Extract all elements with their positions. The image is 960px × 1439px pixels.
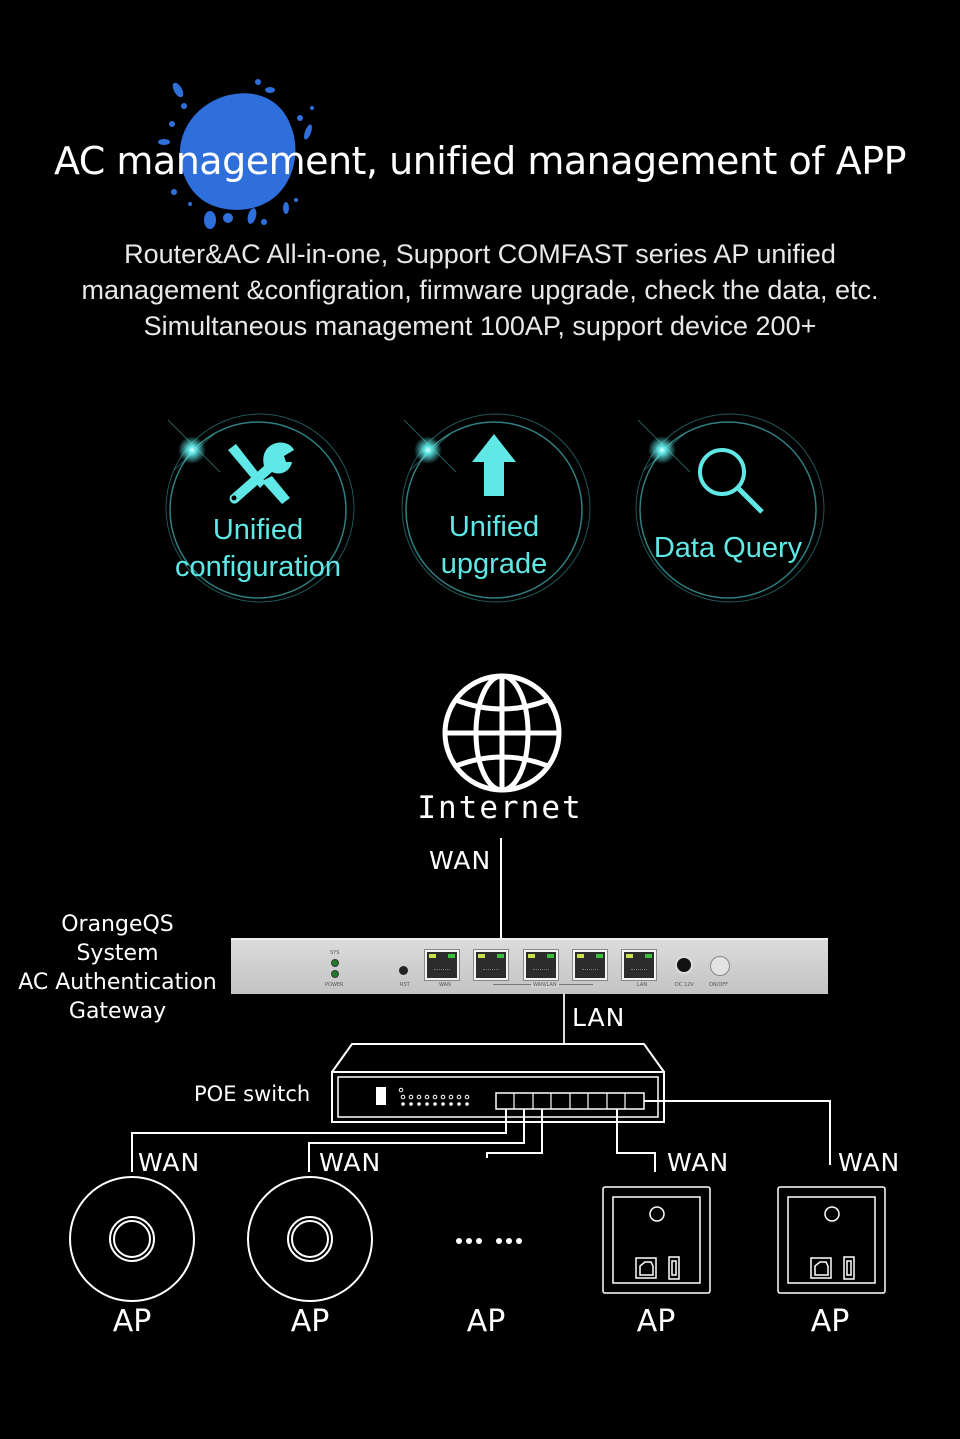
- magnifier-icon: [698, 448, 764, 514]
- poe-switch-drawing: [331, 1043, 665, 1123]
- ceiling-ap-drawing: [69, 1176, 195, 1302]
- ap-label: AP: [810, 1304, 850, 1339]
- lan-port-label: LAN: [637, 982, 648, 988]
- on-off-label: ON/OFF: [709, 982, 729, 988]
- wan-lan-label: WAN/LAN: [531, 982, 559, 988]
- internet-label: Internet: [417, 790, 583, 826]
- poe-switch-label: POE switch: [194, 1082, 311, 1106]
- ap-wan-label: WAN: [138, 1148, 201, 1177]
- ceiling-ap-drawing: [247, 1176, 373, 1302]
- gateway-label-line: Gateway: [68, 999, 167, 1024]
- lan-label: LAN: [572, 1003, 626, 1032]
- feature-data-query: Data Query: [628, 410, 828, 610]
- power-label: POWER: [325, 982, 344, 988]
- ap-label: AP: [636, 1304, 676, 1339]
- wall-panel-ap-drawing: [777, 1186, 886, 1294]
- ap-label: AP: [290, 1304, 330, 1339]
- ap-wan-label: WAN: [667, 1148, 730, 1177]
- internet-wan-label: WAN: [429, 846, 492, 875]
- router-gateway-device: SYS POWER RST WAN WAN/LAN LAN DC 12V ON/…: [231, 938, 828, 994]
- wall-panel-ap-drawing: [602, 1186, 711, 1294]
- feature-unified-configuration: Unified configuration: [158, 410, 358, 610]
- ap-wan-label: WAN: [838, 1148, 901, 1177]
- lan-port: [622, 950, 656, 980]
- ap-label: AP: [466, 1304, 506, 1339]
- more-aps-ellipsis: [456, 1238, 522, 1244]
- subtitle-line: Router&AC All-in-one, Support COMFAST se…: [124, 239, 836, 269]
- feature-label-line: Unified: [448, 511, 540, 543]
- tools-icon: [228, 442, 294, 504]
- wan-port-label: WAN: [439, 982, 451, 988]
- wan-lan-port: [524, 950, 558, 980]
- wan-lan-port: [573, 950, 607, 980]
- feature-label-line: upgrade: [440, 548, 548, 580]
- feature-label: Unified upgrade: [394, 509, 594, 583]
- sys-led: [331, 959, 339, 967]
- feature-unified-upgrade: Unified upgrade: [394, 410, 594, 610]
- wan-port: [425, 950, 459, 980]
- dc-power-jack: [677, 958, 691, 972]
- page-subtitle: Router&AC All-in-one, Support COMFAST se…: [0, 236, 960, 344]
- power-button: [710, 956, 730, 976]
- rst-label: RST: [400, 982, 410, 988]
- gateway-label-line: AC Authentication: [18, 970, 217, 995]
- wan-lan-port: [474, 950, 508, 980]
- gateway-label-line: OrangeQS: [61, 912, 174, 937]
- gateway-label: OrangeQS System AC Authentication Gatewa…: [10, 910, 225, 1026]
- poe-switch-leds-outline: [398, 1087, 470, 1100]
- arrow-up-icon: [472, 434, 516, 496]
- feature-label-line: Data Query: [653, 532, 803, 564]
- ap-label: AP: [112, 1304, 152, 1339]
- subtitle-line: management &configration, firmware upgra…: [81, 275, 879, 305]
- globe-icon: [442, 673, 562, 793]
- page-title: AC management, unified management of APP: [53, 139, 907, 183]
- sys-label: SYS: [330, 950, 340, 956]
- poe-switch-leds: [401, 1102, 469, 1106]
- gateway-label-line: System: [76, 941, 159, 966]
- reset-button: [399, 966, 408, 975]
- subtitle-line: Simultaneous management 100AP, support d…: [143, 311, 817, 341]
- ap-wan-label: WAN: [319, 1148, 382, 1177]
- feature-label: Data Query: [628, 530, 828, 567]
- feature-label-line: configuration: [174, 551, 342, 583]
- power-led: [331, 970, 339, 978]
- dc-label: DC 12V: [675, 982, 694, 988]
- feature-label: Unified configuration: [158, 512, 358, 586]
- feature-label-line: Unified: [212, 514, 304, 546]
